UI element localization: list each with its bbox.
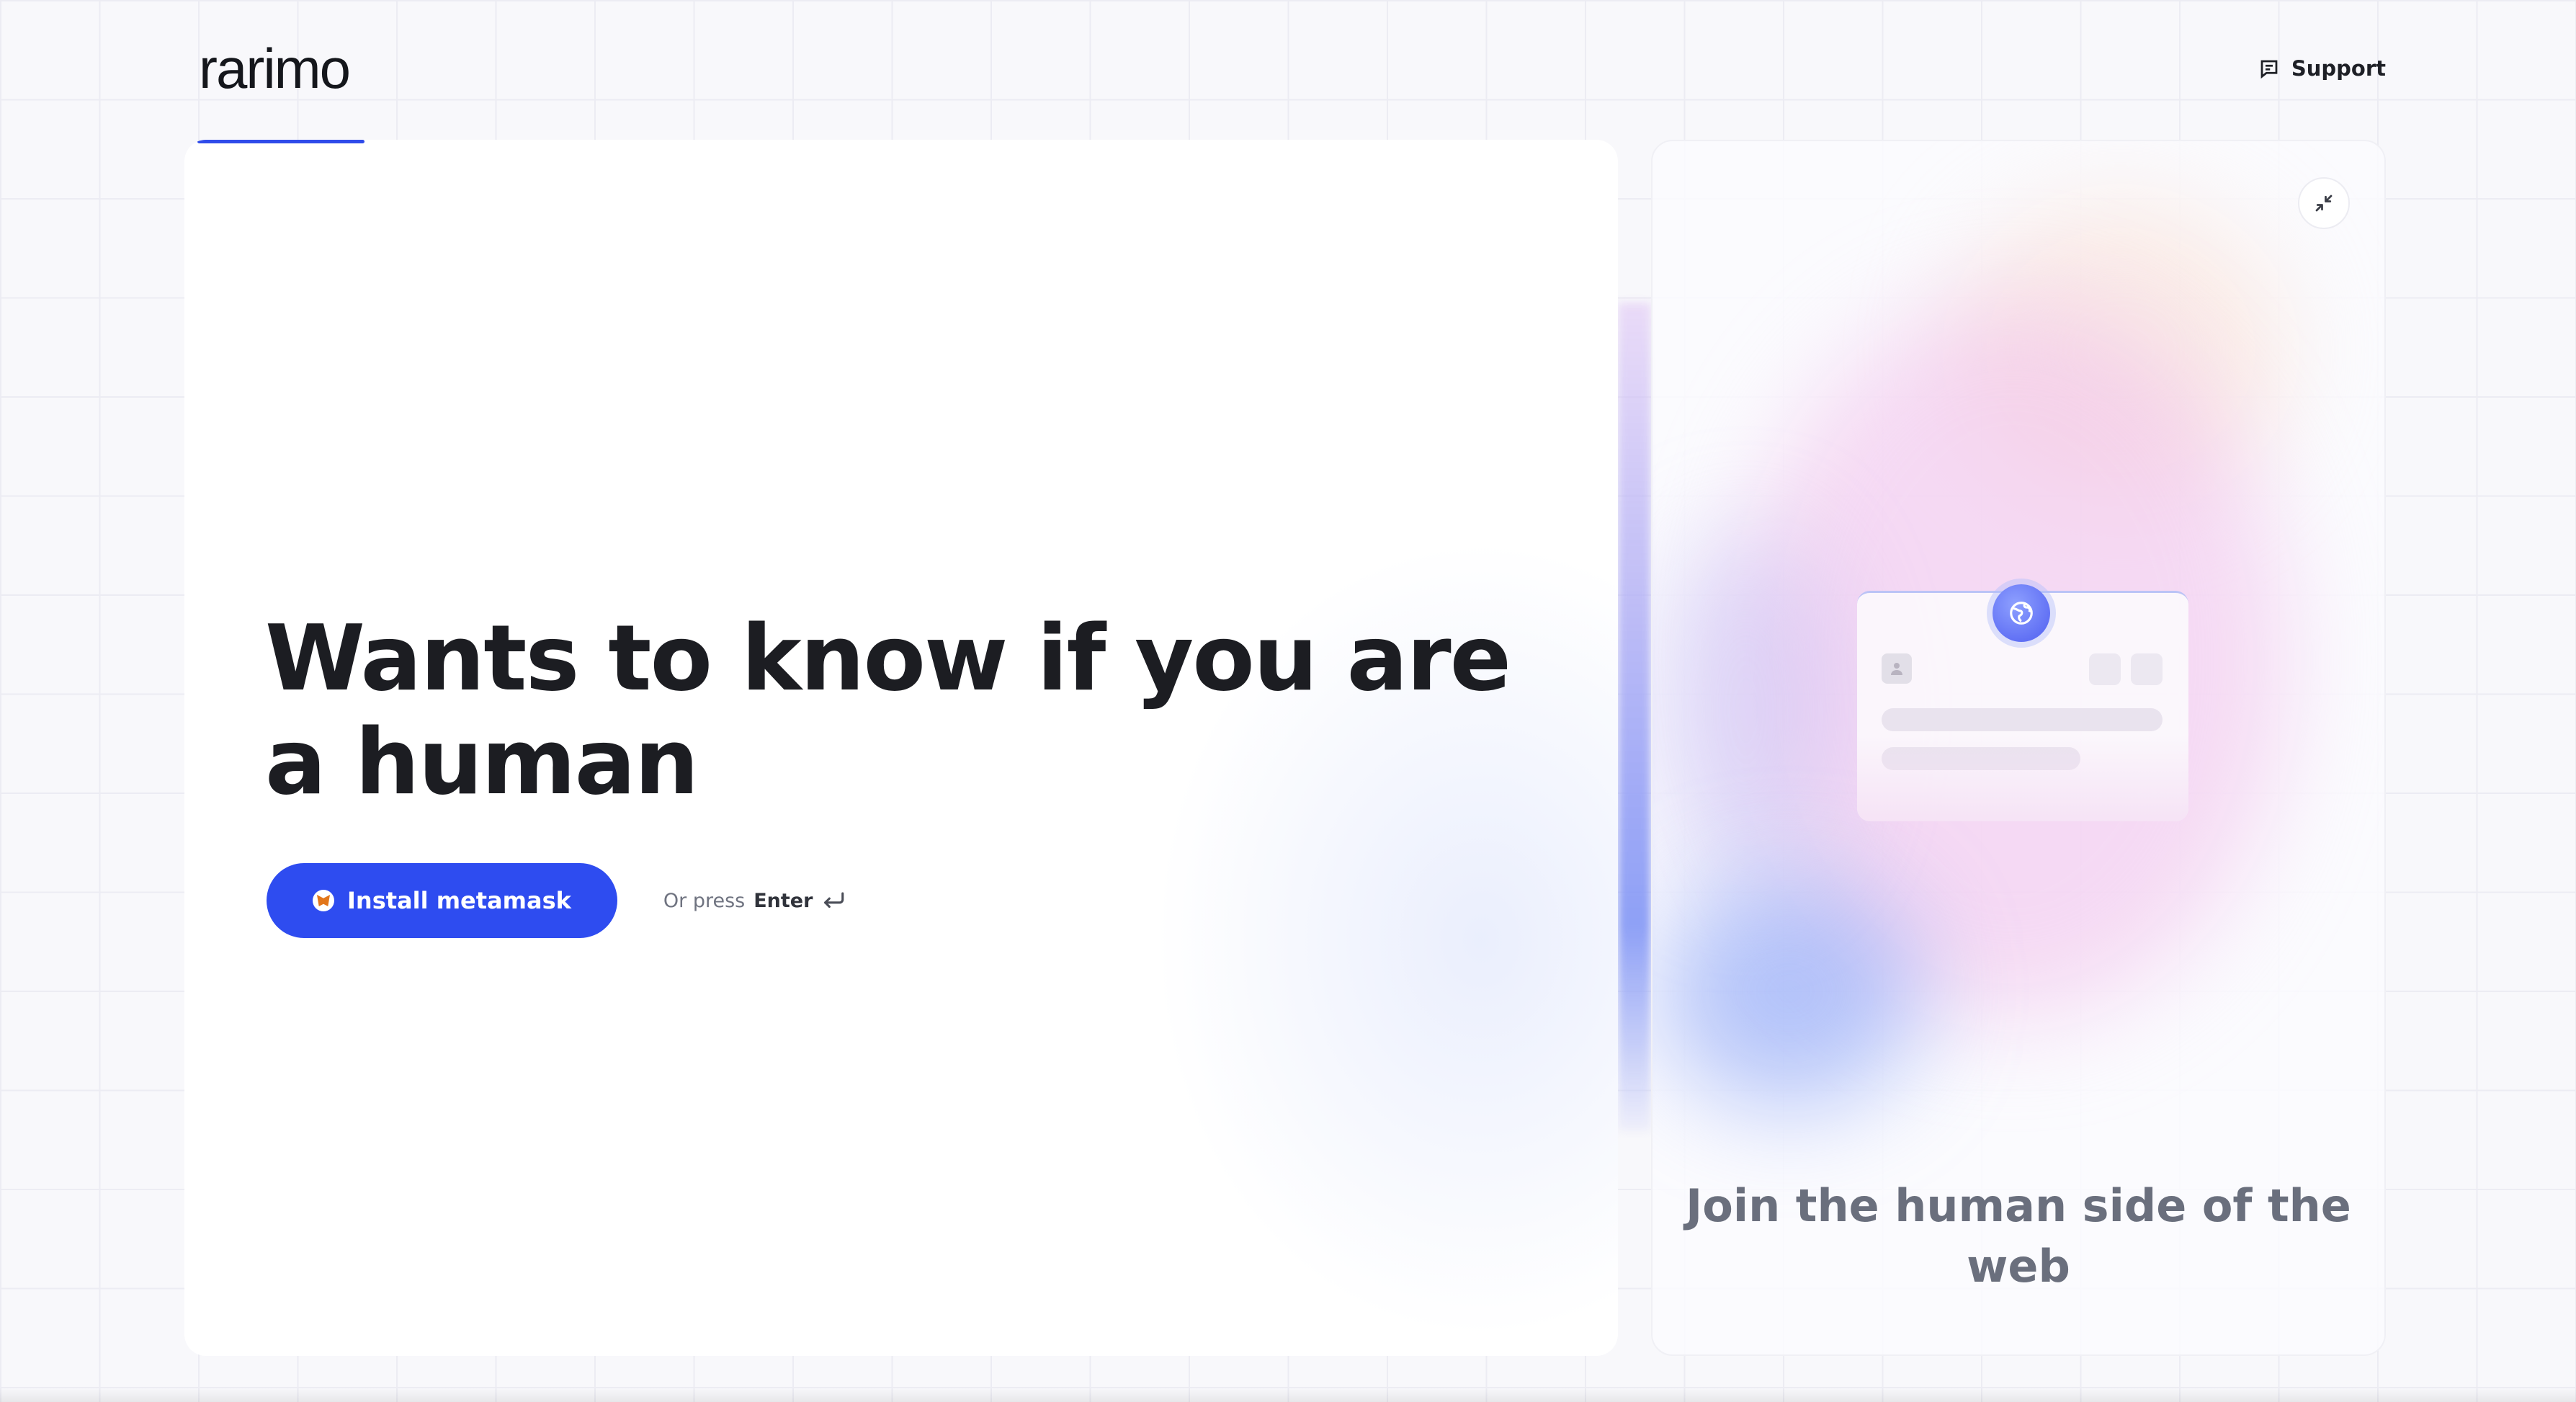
support-link[interactable]: Support <box>2258 56 2386 81</box>
blob-blue <box>1660 876 1919 1107</box>
collapse-arrows-icon <box>2315 195 2333 212</box>
globe-badge <box>1993 584 2050 642</box>
bottom-shade <box>0 1388 2576 1402</box>
blob-peach <box>1955 199 2286 501</box>
placeholder-line <box>1882 747 2080 770</box>
install-metamask-button[interactable]: Install metamask <box>267 863 617 938</box>
identity-card-illustration <box>1857 584 2188 821</box>
user-icon <box>1891 663 1902 675</box>
support-label: Support <box>2291 56 2386 81</box>
press-hint-key: Enter <box>753 889 813 912</box>
main-card: Wants to know if you are a human Install… <box>184 140 1618 1356</box>
enter-return-icon <box>824 892 844 908</box>
placeholder-square <box>2131 653 2163 685</box>
panel-caption: Join the human side of the web <box>1686 1179 2351 1292</box>
side-panel: Join the human side of the web <box>1651 140 2386 1356</box>
globe-icon <box>2010 602 2033 625</box>
cta-row: Install metamask Or press Enter <box>267 863 846 938</box>
blob-lavender <box>1653 530 1840 890</box>
chat-bubble-icon <box>2260 60 2278 79</box>
press-hint-prefix: Or press <box>663 889 746 912</box>
placeholder-line <box>1882 708 2163 731</box>
avatar-placeholder <box>1882 653 1912 684</box>
keyboard-hint: Or press Enter <box>663 890 846 912</box>
page-headline: Wants to know if you are a human <box>265 605 1511 815</box>
install-button-label: Install metamask <box>347 887 571 914</box>
collapse-button[interactable] <box>2298 177 2350 229</box>
metamask-fox-icon <box>313 890 334 911</box>
placeholder-square <box>2089 653 2121 685</box>
rarimo-logo[interactable]: rarimo <box>199 40 351 97</box>
decorative-gradient-strip <box>1618 303 1651 1131</box>
